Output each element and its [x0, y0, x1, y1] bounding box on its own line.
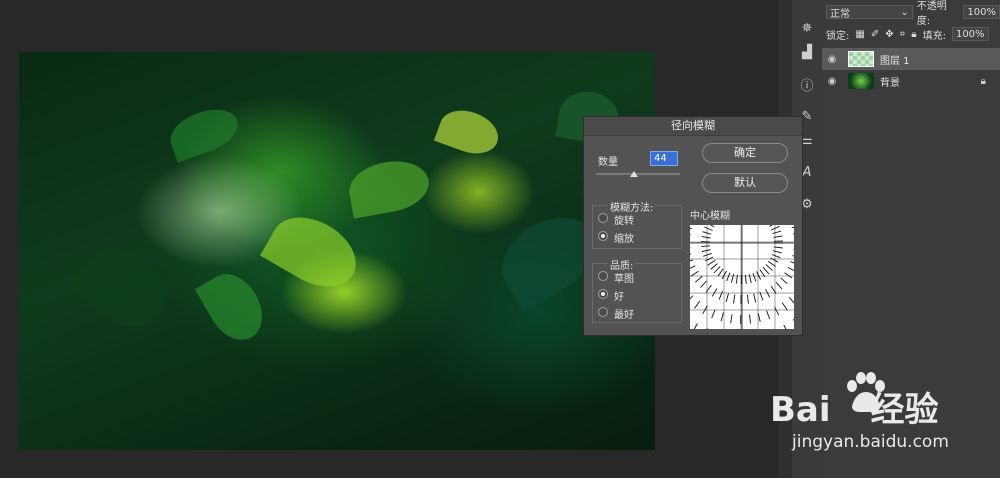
- baidu-jingyan-watermark: Bai 经验 jingyan.baidu.com: [760, 368, 1000, 478]
- watermark-url: jingyan.baidu.com: [792, 432, 949, 452]
- method-spin-radio[interactable]: [598, 213, 608, 223]
- method-spin-label: 旋转: [614, 216, 634, 227]
- quality-good-radio[interactable]: [598, 289, 608, 299]
- amount-slider-track[interactable]: [596, 173, 680, 175]
- quality-draft-label: 草图: [614, 274, 634, 285]
- method-zoom-label: 缩放: [614, 234, 634, 245]
- histogram-icon[interactable]: ▟: [792, 40, 822, 64]
- lock-all-icon[interactable]: 🔒︎: [911, 29, 916, 40]
- paw-logo-icon: [847, 372, 885, 412]
- method-zoom-radio[interactable]: [598, 231, 608, 241]
- lock-artboard-icon[interactable]: ⌗: [900, 29, 906, 40]
- layer-thumbnail: [848, 73, 874, 89]
- blend-mode-select[interactable]: 正常 ⌄: [826, 5, 913, 20]
- document-photo[interactable]: [19, 52, 655, 450]
- blur-center-preview[interactable]: [690, 225, 794, 329]
- layer-options-row: 正常 ⌄ 不透明度: 100%: [826, 1, 1000, 27]
- layer-row[interactable]: ◉ 图层 1: [822, 48, 1000, 70]
- radial-blur-dialog: 径向模糊 数量 44 确定 默认 模糊方法: 旋转 缩放 品质: 草图 好 最好…: [583, 116, 803, 336]
- fill-value: 100%: [955, 28, 985, 40]
- layer-name: 图层 1: [880, 55, 910, 67]
- quality-best-label: 最好: [614, 310, 634, 321]
- ok-button[interactable]: 确定: [702, 143, 788, 163]
- layer-name: 背景: [880, 77, 900, 89]
- dialog-title: 径向模糊: [584, 117, 802, 136]
- layer-lock-icon: 🔒︎: [980, 75, 986, 87]
- quality-good-label: 好: [614, 292, 624, 303]
- lock-label: 锁定:: [826, 30, 850, 42]
- visibility-eye-icon[interactable]: ◉: [822, 54, 842, 65]
- blur-center-label: 中心模糊: [690, 211, 730, 222]
- fill-label: 填充:: [922, 30, 946, 42]
- navigator-icon[interactable]: ✵: [792, 16, 822, 40]
- zoom-lines-graphic: [690, 225, 794, 329]
- default-button[interactable]: 默认: [702, 173, 788, 193]
- amount-input[interactable]: 44: [650, 151, 678, 166]
- lock-position-icon[interactable]: ✥: [885, 29, 893, 40]
- lock-pixels-icon[interactable]: ✐: [871, 29, 879, 40]
- layer-row[interactable]: ◉ 背景 🔒︎: [822, 70, 1000, 92]
- opacity-field[interactable]: 100%: [963, 5, 1000, 19]
- lock-transparent-icon[interactable]: ▦: [855, 29, 864, 40]
- amount-label: 数量: [598, 157, 618, 168]
- opacity-label: 不透明度:: [916, 1, 947, 27]
- chevron-down-icon: ⌄: [900, 6, 909, 18]
- opacity-value: 100%: [967, 6, 996, 18]
- info-icon[interactable]: ⓘ: [792, 72, 822, 96]
- quality-draft-radio[interactable]: [598, 271, 608, 281]
- blend-mode-value: 正常: [830, 8, 850, 20]
- visibility-eye-icon[interactable]: ◉: [822, 76, 842, 87]
- fill-field[interactable]: 100%: [951, 27, 989, 41]
- logo-text-bai: Bai: [770, 390, 831, 430]
- amount-slider-thumb[interactable]: [630, 171, 638, 177]
- lock-row: 锁定: ▦ ✐ ✥ ⌗ 🔒︎ 填充: 100%: [826, 26, 989, 42]
- quality-best-radio[interactable]: [598, 307, 608, 317]
- layer-thumbnail: [848, 51, 874, 67]
